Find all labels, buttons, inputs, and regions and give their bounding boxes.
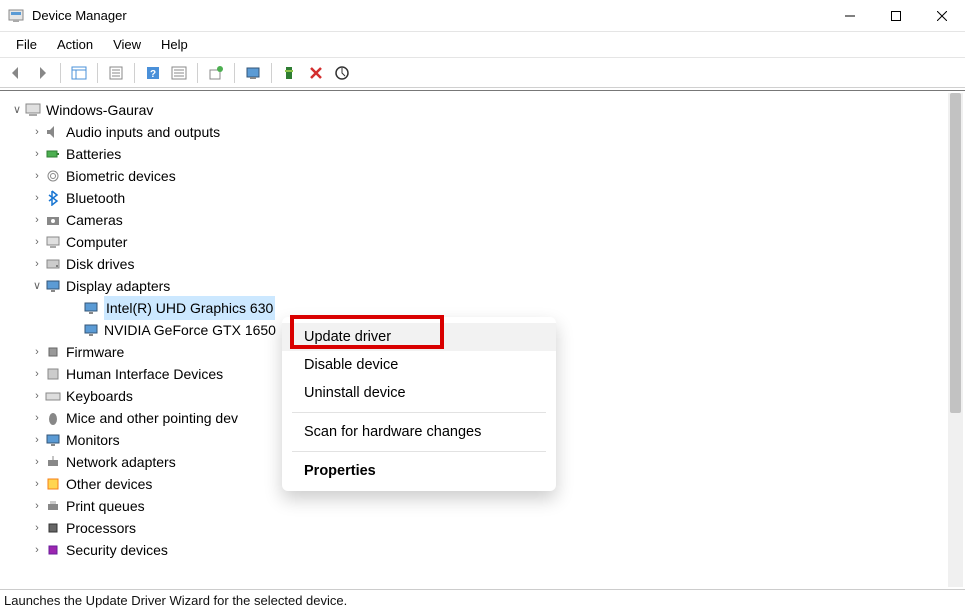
maximize-button[interactable] bbox=[873, 0, 919, 32]
tree-item-print[interactable]: ›Print queues bbox=[30, 495, 948, 517]
disable-device-button[interactable] bbox=[241, 61, 265, 85]
computer-icon bbox=[24, 102, 42, 118]
scrollbar-thumb[interactable] bbox=[950, 93, 961, 413]
nav-forward-button[interactable] bbox=[30, 61, 54, 85]
chevron-right-icon[interactable]: › bbox=[30, 517, 44, 539]
chevron-right-icon[interactable]: › bbox=[30, 121, 44, 143]
chevron-right-icon[interactable]: › bbox=[30, 209, 44, 231]
chevron-right-icon[interactable]: › bbox=[30, 341, 44, 363]
status-bar: Launches the Update Driver Wizard for th… bbox=[0, 589, 965, 611]
toolbar-separator bbox=[134, 63, 135, 83]
tree-item-cameras[interactable]: ›Cameras bbox=[30, 209, 948, 231]
toolbar-separator bbox=[197, 63, 198, 83]
toolbar-separator bbox=[97, 63, 98, 83]
toolbar-separator bbox=[60, 63, 61, 83]
chevron-right-icon[interactable]: › bbox=[30, 407, 44, 429]
other-device-icon bbox=[44, 476, 62, 492]
toolbar-separator bbox=[234, 63, 235, 83]
tree-item-batteries[interactable]: ›Batteries bbox=[30, 143, 948, 165]
chevron-right-icon[interactable]: › bbox=[30, 231, 44, 253]
chip-icon bbox=[44, 344, 62, 360]
menu-file[interactable]: File bbox=[6, 34, 47, 55]
app-icon bbox=[8, 8, 24, 24]
toolbar: ? bbox=[0, 58, 965, 88]
menu-bar: File Action View Help bbox=[0, 32, 965, 58]
minimize-button[interactable] bbox=[827, 0, 873, 32]
chevron-right-icon[interactable]: › bbox=[30, 451, 44, 473]
chevron-right-icon[interactable]: › bbox=[30, 363, 44, 385]
mouse-icon bbox=[44, 410, 62, 426]
tree-item-processors[interactable]: ›Processors bbox=[30, 517, 948, 539]
display-adapter-icon bbox=[82, 322, 100, 338]
chevron-right-icon[interactable]: › bbox=[30, 253, 44, 275]
monitor-icon bbox=[44, 432, 62, 448]
ctx-disable-device[interactable]: Disable device bbox=[282, 351, 556, 379]
context-menu: Update driver Disable device Uninstall d… bbox=[282, 317, 556, 491]
chevron-right-icon[interactable]: › bbox=[30, 187, 44, 209]
vertical-scrollbar[interactable] bbox=[948, 93, 963, 587]
chevron-down-icon[interactable]: ∨ bbox=[30, 275, 44, 297]
fingerprint-icon bbox=[44, 168, 62, 184]
properties-button[interactable] bbox=[104, 61, 128, 85]
chevron-right-icon[interactable]: › bbox=[30, 429, 44, 451]
display-adapter-icon bbox=[82, 300, 100, 316]
menu-action[interactable]: Action bbox=[47, 34, 103, 55]
ctx-properties[interactable]: Properties bbox=[282, 457, 556, 485]
tree-item-security[interactable]: ›Security devices bbox=[30, 539, 948, 561]
tree-item-disk[interactable]: ›Disk drives bbox=[30, 253, 948, 275]
help-button[interactable]: ? bbox=[141, 61, 165, 85]
tree-item-biometric[interactable]: ›Biometric devices bbox=[30, 165, 948, 187]
chevron-right-icon[interactable]: › bbox=[30, 165, 44, 187]
speaker-icon bbox=[44, 124, 62, 140]
ctx-scan-hardware[interactable]: Scan for hardware changes bbox=[282, 418, 556, 446]
tree-item-audio[interactable]: ›Audio inputs and outputs bbox=[30, 121, 948, 143]
chevron-right-icon[interactable]: › bbox=[30, 495, 44, 517]
tree-item-bluetooth[interactable]: ›Bluetooth bbox=[30, 187, 948, 209]
cpu-icon bbox=[44, 520, 62, 536]
title-bar: Device Manager bbox=[0, 0, 965, 32]
action-list-button[interactable] bbox=[167, 61, 191, 85]
display-adapter-icon bbox=[44, 278, 62, 294]
chevron-right-icon[interactable]: › bbox=[30, 385, 44, 407]
hid-icon bbox=[44, 366, 62, 382]
chevron-right-icon[interactable]: › bbox=[30, 143, 44, 165]
status-text: Launches the Update Driver Wizard for th… bbox=[4, 593, 347, 608]
delete-icon[interactable] bbox=[304, 61, 328, 85]
nav-back-button[interactable] bbox=[4, 61, 28, 85]
update-driver-button[interactable] bbox=[204, 61, 228, 85]
keyboard-icon bbox=[44, 388, 62, 404]
ctx-uninstall-device[interactable]: Uninstall device bbox=[282, 379, 556, 407]
security-icon bbox=[44, 542, 62, 558]
window-title: Device Manager bbox=[32, 8, 827, 23]
tree-item-intel-gpu[interactable]: Intel(R) UHD Graphics 630 bbox=[68, 297, 948, 319]
menu-view[interactable]: View bbox=[103, 34, 151, 55]
context-menu-separator bbox=[292, 451, 546, 452]
tree-item-display[interactable]: ∨Display adapters bbox=[30, 275, 948, 297]
close-button[interactable] bbox=[919, 0, 965, 32]
uninstall-device-button[interactable] bbox=[278, 61, 302, 85]
computer-icon bbox=[44, 234, 62, 250]
chevron-right-icon[interactable]: › bbox=[30, 473, 44, 495]
expander-icon[interactable]: ∨ bbox=[10, 99, 24, 121]
menu-help[interactable]: Help bbox=[151, 34, 198, 55]
disk-icon bbox=[44, 256, 62, 272]
bluetooth-icon bbox=[44, 190, 62, 206]
toolbar-separator bbox=[271, 63, 272, 83]
show-hide-tree-button[interactable] bbox=[67, 61, 91, 85]
tree-root-label: Windows-Gaurav bbox=[46, 99, 153, 121]
context-menu-separator bbox=[292, 412, 546, 413]
camera-icon bbox=[44, 212, 62, 228]
printer-icon bbox=[44, 498, 62, 514]
svg-text:?: ? bbox=[150, 69, 156, 80]
chevron-right-icon[interactable]: › bbox=[30, 539, 44, 561]
scan-hardware-button[interactable] bbox=[330, 61, 354, 85]
ctx-update-driver[interactable]: Update driver bbox=[282, 323, 556, 351]
tree-item-computer[interactable]: ›Computer bbox=[30, 231, 948, 253]
battery-icon bbox=[44, 146, 62, 162]
tree-root[interactable]: ∨ Windows-Gaurav bbox=[10, 99, 948, 121]
network-icon bbox=[44, 454, 62, 470]
